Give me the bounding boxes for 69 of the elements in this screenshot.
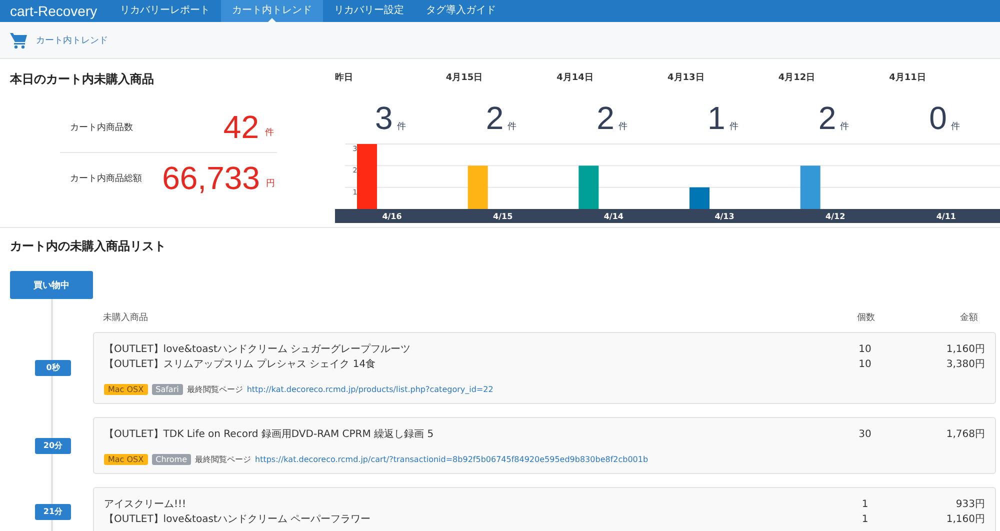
app-logo[interactable]: cart-Recovery	[0, 0, 110, 22]
column-header: 未購入商品	[103, 312, 149, 324]
axis-label: 4/12	[826, 212, 846, 221]
product-name: 【OUTLET】スリムアップスリム プレシャス シェイク 14食	[104, 358, 377, 372]
column-header: 個数	[856, 312, 876, 324]
quantity-cell-text: 1	[860, 513, 870, 527]
day-label: 4月15日	[446, 72, 484, 84]
amount-cell-text: 933円	[954, 498, 985, 512]
nav-tab[interactable]: リカバリーレポート	[109, 0, 222, 22]
elapsed-time-badge: 20分	[35, 438, 71, 454]
amount-cell-text: 3,380円	[945, 358, 985, 372]
count-unit: 件	[508, 120, 517, 133]
day-label: 4月14日	[556, 72, 594, 84]
last-page-link[interactable]: https://kat.decoreco.rcmd.jp/cart/?transactionid=8b92f5b06745f84920e595ed9b830be8f2cb001b	[255, 455, 648, 464]
count-unit: 件	[950, 120, 960, 133]
day-count: 2	[486, 100, 504, 137]
day-count: 2	[818, 100, 836, 137]
last-page-label: 最終閲覧ページ	[186, 384, 243, 395]
day-count: 0	[929, 100, 947, 137]
os-tag: Mac OSX	[104, 454, 148, 465]
last-page-link[interactable]: http://kat.decoreco.rcmd.jp/products/list.php?category_id=22	[246, 385, 494, 394]
day-label: 昨日	[335, 72, 354, 84]
elapsed-time-badge: 0秒	[35, 360, 71, 376]
column-header: 金額	[959, 312, 979, 324]
stat-label: カート内商品数	[69, 122, 134, 134]
day-label: 4月13日	[668, 72, 706, 84]
axis-label: 4/16	[382, 212, 402, 221]
stat-value: 66,733	[162, 160, 260, 196]
last-page-label: 最終閲覧ページ	[195, 454, 251, 465]
product-name: 【OUTLET】love&toastハンドクリーム ペーパーフラワー	[104, 512, 372, 527]
day-label: 4月12日	[778, 72, 816, 84]
count-unit: 件	[729, 120, 738, 133]
nav-tab[interactable]: カート内トレンド	[221, 0, 324, 22]
quantity-cell-text: 30	[858, 428, 872, 442]
product-name: 【OUTLET】love&toastハンドクリーム シュガーグレープフルーツ	[104, 342, 412, 357]
section-title: 本日のカート内未購入商品	[10, 71, 155, 88]
day-label: 4月11日	[889, 72, 927, 84]
axis-label: 4/15	[493, 212, 513, 221]
breadcrumb-link[interactable]: カート内トレンド	[36, 34, 108, 46]
quantity-cell-text: 1	[860, 498, 870, 512]
cart-icon	[10, 32, 28, 48]
day-count: 1	[708, 100, 726, 137]
quantity-cell-text: 10	[858, 358, 872, 372]
browser-tag: Chrome	[152, 454, 191, 465]
elapsed-time-badge: 21分	[35, 504, 71, 520]
quantity-cell-text: 10	[858, 343, 872, 357]
count-unit: 件	[618, 120, 628, 133]
nav-tab[interactable]: リカバリー設定	[323, 0, 416, 22]
stat-value: 42	[222, 108, 259, 146]
amount-cell-text: 1,160円	[945, 343, 985, 357]
stat-label: カート内商品総額	[69, 172, 143, 184]
amount-cell-text: 1,768円	[945, 428, 985, 442]
day-count: 3	[375, 100, 393, 137]
browser-tag: Safari	[152, 384, 183, 395]
axis-label: 4/14	[604, 212, 624, 221]
os-tag: Mac OSX	[104, 384, 148, 395]
axis-label: 4/11	[936, 212, 956, 221]
nav-tab[interactable]: タグ導入ガイド	[415, 0, 508, 22]
section-title: カート内の未購入商品リスト	[10, 238, 167, 255]
product-name: アイスクリーム!!!	[104, 498, 188, 512]
stat-unit: 件	[265, 126, 275, 138]
shopping-status-button[interactable]: 買い物中	[10, 271, 93, 299]
count-unit: 件	[396, 120, 406, 133]
axis-label: 4/13	[714, 212, 734, 221]
product-name: 【OUTLET】TDK Life on Record 録画用DVD-RAM CPRM 繰返し録画 5	[104, 428, 435, 442]
stat-unit: 円	[266, 178, 276, 190]
count-unit: 件	[840, 120, 850, 133]
day-count: 2	[596, 100, 614, 137]
amount-cell-text: 1,160円	[945, 513, 985, 527]
